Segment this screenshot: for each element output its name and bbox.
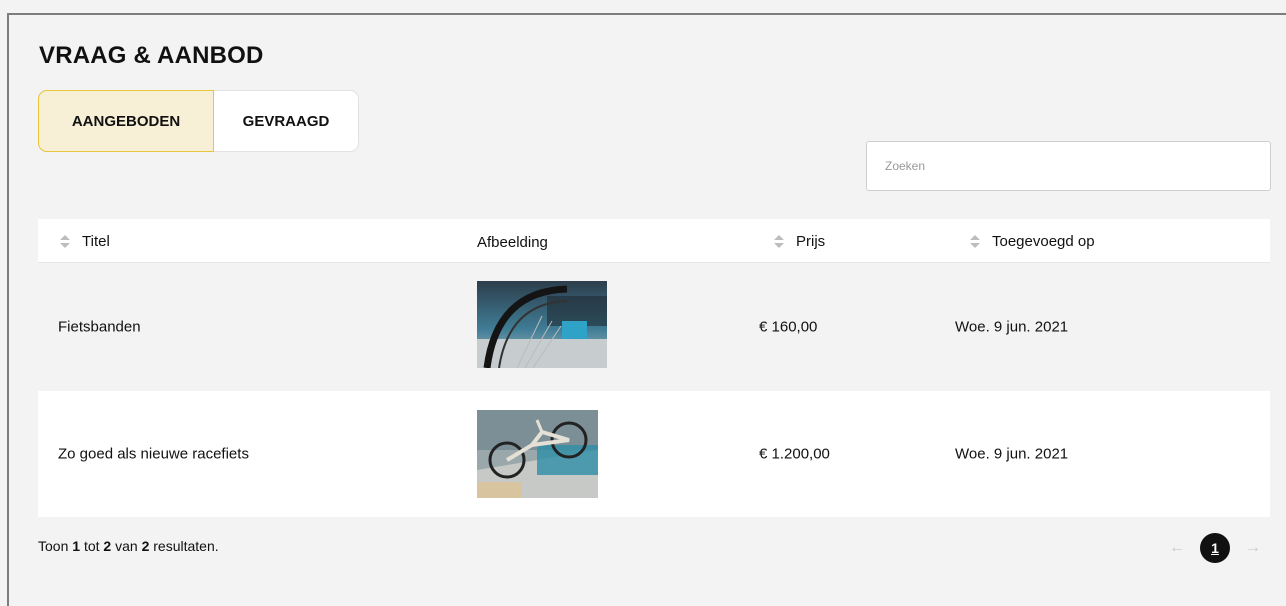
- row-date: Woe. 9 jun. 2021: [955, 318, 1069, 336]
- table-row[interactable]: Fietsbanden € 160,00 Woe. 9 jun. 2021: [38, 263, 1270, 391]
- road-bike-photo[interactable]: [477, 410, 598, 498]
- column-header-toegevoegd-op[interactable]: Toegevoegd op: [969, 233, 1095, 250]
- next-page-icon[interactable]: →: [1238, 539, 1268, 557]
- page-1-button[interactable]: 1: [1200, 533, 1230, 563]
- pagination: ← 1 →: [1162, 533, 1268, 563]
- sort-icon: [59, 234, 71, 249]
- row-title[interactable]: Zo goed als nieuwe racefiets: [58, 446, 249, 463]
- row-price: € 160,00: [759, 318, 818, 336]
- column-header-prijs[interactable]: Prijs: [773, 233, 825, 250]
- table-header: Titel Afbeelding Prijs Toegevoegd op: [38, 219, 1270, 263]
- column-header-afbeelding: Afbeelding: [477, 234, 548, 251]
- search-input[interactable]: [866, 141, 1271, 191]
- results-summary: Toon 1 tot 2 van 2 resultaten.: [38, 538, 219, 554]
- table-row[interactable]: Zo goed als nieuwe racefiets € 1.200,00 …: [38, 391, 1270, 517]
- row-date: Woe. 9 jun. 2021: [955, 445, 1069, 463]
- tab-gevraagd[interactable]: GEVRAAGD: [214, 91, 358, 151]
- sort-icon: [969, 234, 981, 249]
- listings-table: Titel Afbeelding Prijs Toegevoegd op Fie…: [38, 219, 1270, 517]
- column-header-titel[interactable]: Titel: [59, 233, 110, 250]
- tab-aangeboden[interactable]: AANGEBODEN: [38, 90, 214, 152]
- page-title: VRAAG & AANBOD: [39, 42, 264, 69]
- prev-page-icon[interactable]: ←: [1162, 539, 1192, 557]
- row-price: € 1.200,00: [759, 445, 830, 463]
- row-title[interactable]: Fietsbanden: [58, 319, 141, 336]
- tab-bar: AANGEBODEN GEVRAAGD: [38, 90, 359, 152]
- sort-icon: [773, 234, 785, 249]
- bicycle-tire-photo[interactable]: [477, 281, 607, 368]
